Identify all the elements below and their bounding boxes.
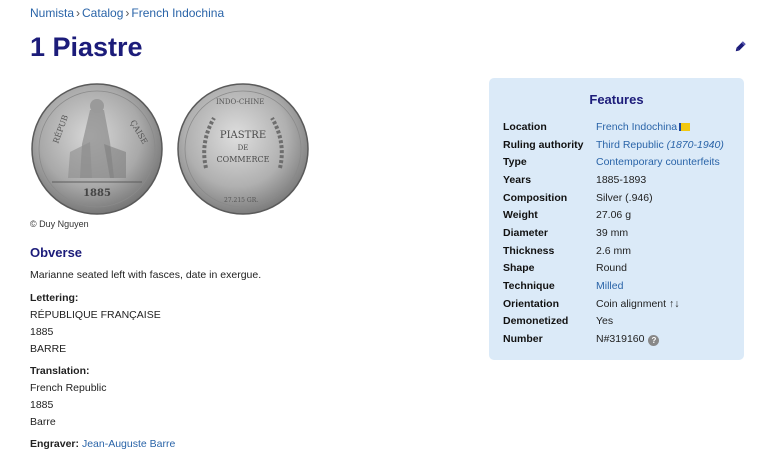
lettering-line: BARRE — [30, 343, 67, 355]
breadcrumb-separator: › — [76, 6, 81, 20]
flag-icon — [679, 122, 691, 131]
feature-label: Composition — [503, 191, 568, 204]
svg-text:INDO-CHINE: INDO-CHINE — [216, 98, 264, 106]
features-table: Location French Indochina Ruling authori… — [503, 118, 724, 348]
feature-row-number: Number N#319160? — [503, 330, 724, 348]
feature-label: Orientation — [503, 297, 560, 310]
feature-label: Number — [503, 333, 543, 346]
svg-text:27.215 GR.: 27.215 GR. — [224, 197, 258, 204]
ruling-authority-name: Third Republic — [596, 138, 664, 151]
feature-row-ruling-authority: Ruling authority Third Republic (1870-19… — [503, 136, 724, 154]
feature-value: Round — [596, 262, 627, 275]
coin-obverse-image[interactable]: 1885 RÉPUB ÇAISE — [30, 82, 164, 216]
location-link[interactable]: French Indochina — [596, 121, 677, 133]
feature-row-diameter: Diameter 39 mm — [503, 224, 724, 242]
breadcrumb: Numista › Catalog › French Indochina — [30, 6, 224, 20]
ruling-authority-years: (1870-1940) — [666, 138, 724, 151]
feature-value: Silver (.946) — [596, 191, 653, 204]
feature-row-type: Type Contemporary counterfeits — [503, 153, 724, 171]
feature-label: Years — [503, 173, 532, 186]
obverse-description: Marianne seated left with fasces, date i… — [30, 269, 262, 281]
page-title: 1 Piastre — [30, 32, 143, 62]
feature-row-weight: Weight 27.06 g — [503, 206, 724, 224]
coin-reverse-image[interactable]: PIASTRE DE COMMERCE INDO-CHINE 27.215 GR… — [176, 82, 310, 216]
lettering-line: 1885 — [30, 326, 54, 338]
features-panel: Features Location French Indochina Rulin… — [489, 78, 744, 360]
coin-obverse-date: 1885 — [83, 188, 111, 199]
engraver-label: Engraver: — [30, 438, 80, 450]
translation-line: French Republic — [30, 382, 107, 394]
engraver-block: Engraver: Jean-Auguste Barre — [30, 436, 175, 453]
edit-pencil-icon[interactable] — [733, 40, 747, 54]
features-heading: Features — [589, 92, 644, 107]
engraver-link[interactable]: Jean-Auguste Barre — [82, 438, 175, 450]
coin-reverse-commerce: COMMERCE — [217, 155, 270, 164]
feature-label: Shape — [503, 262, 535, 275]
translation-label: Translation: — [30, 365, 90, 377]
feature-label: Weight — [503, 209, 538, 222]
feature-value: 39 mm — [596, 226, 629, 239]
translation-line: 1885 — [30, 399, 54, 411]
feature-value: 2.6 mm — [596, 244, 632, 257]
feature-label: Thickness — [503, 244, 555, 257]
feature-row-thickness: Thickness 2.6 mm — [503, 242, 724, 260]
feature-label: Type — [503, 156, 527, 169]
feature-label: Demonetized — [503, 315, 569, 328]
lettering-line: RÉPUBLIQUE FRANÇAISE — [30, 309, 161, 321]
translation-line: Barre — [30, 416, 56, 428]
feature-label: Technique — [503, 280, 555, 293]
feature-row-demonetized: Demonetized Yes — [503, 313, 724, 331]
help-icon[interactable]: ? — [648, 334, 660, 346]
feature-value: Yes — [596, 315, 614, 328]
translation-block: Translation: French Republic 1885 Barre — [30, 363, 106, 431]
coin-images: 1885 RÉPUB ÇAISE PIASTRE DE COMMERCE IND… — [30, 82, 310, 215]
breadcrumb-separator: › — [125, 6, 130, 20]
breadcrumb-numista[interactable]: Numista — [30, 6, 74, 20]
ruling-authority-link[interactable]: Third Republic (1870-1940) — [596, 139, 724, 151]
breadcrumb-catalog[interactable]: Catalog — [82, 6, 123, 20]
feature-row-technique: Technique Milled — [503, 277, 724, 295]
type-link[interactable]: Contemporary counterfeits — [596, 156, 720, 168]
image-credit: © Duy Nguyen — [30, 219, 89, 229]
feature-label: Location — [503, 120, 547, 133]
obverse-heading: Obverse — [30, 245, 83, 260]
feature-value: 1885-1893 — [596, 173, 647, 186]
feature-row-location: Location French Indochina — [503, 118, 724, 136]
feature-row-orientation: Orientation Coin alignment ↑↓ — [503, 295, 724, 313]
feature-label: Ruling authority — [503, 138, 584, 151]
lettering-block: Lettering: RÉPUBLIQUE FRANÇAISE 1885 BAR… — [30, 290, 161, 358]
technique-link[interactable]: Milled — [596, 280, 623, 292]
feature-value: Coin alignment ↑↓ — [596, 297, 680, 310]
breadcrumb-french-indochina[interactable]: French Indochina — [131, 6, 224, 20]
lettering-label: Lettering: — [30, 292, 79, 304]
coin-reverse-piastre: PIASTRE — [220, 130, 266, 141]
feature-value: 27.06 g — [596, 209, 632, 222]
feature-row-composition: Composition Silver (.946) — [503, 189, 724, 207]
feature-row-years: Years 1885-1893 — [503, 171, 724, 189]
feature-label: Diameter — [503, 226, 548, 239]
feature-row-shape: Shape Round — [503, 260, 724, 278]
coin-reverse-de: DE — [238, 144, 249, 152]
feature-value: N#319160 — [596, 332, 645, 345]
